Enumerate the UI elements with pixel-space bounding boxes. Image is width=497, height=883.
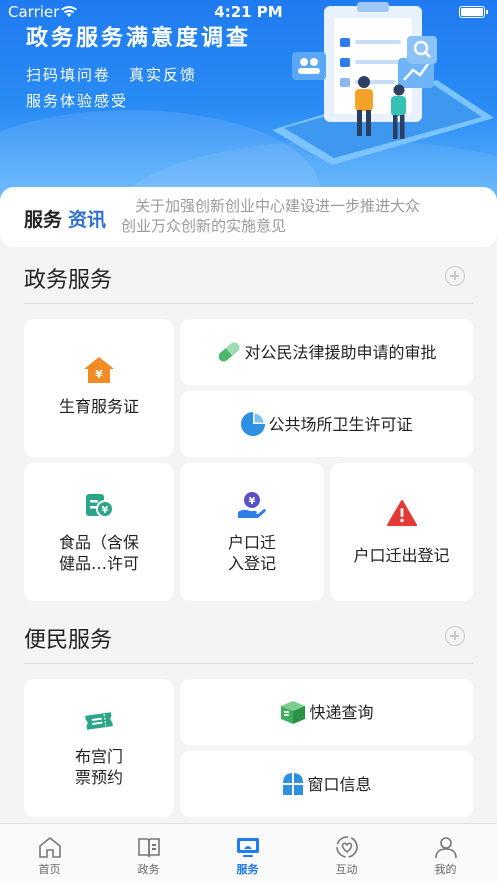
service-label: 快递查询 [309, 702, 374, 722]
news-ticker[interactable]: 服务 资讯 关于加强创新创业中心建设进一步推进大众 创业万众创新的实施意见 [0, 187, 497, 247]
tab-government[interactable]: 政务 [99, 824, 198, 883]
banner-tag: 扫码填问卷 [26, 66, 112, 84]
service-card-household-move-in[interactable]: ¥ 户口迁 入登记 [180, 463, 324, 601]
food-license-icon: ¥ [86, 494, 114, 518]
service-card-express-query[interactable]: 快递查询 [180, 679, 473, 745]
tab-label: 政务 [137, 863, 160, 876]
banner-title: 政务服务满意度调查 [26, 26, 252, 51]
service-label: 户口迁 入登记 [227, 533, 276, 573]
news-brand: 服务 资讯 [24, 209, 107, 231]
gov-services-header: 政务服务 [24, 262, 473, 304]
home-icon [38, 837, 61, 858]
banner-tag: 真实反馈 [129, 66, 198, 84]
warning-icon [386, 499, 417, 526]
section-title: 便民服务 [24, 628, 113, 653]
section-title: 政务服务 [24, 268, 113, 293]
pill-icon [219, 342, 240, 362]
service-card-palace-ticket[interactable]: 布宫门 票预约 [24, 679, 174, 817]
tab-bar: 首页 政务 服务 互动 我的 [0, 823, 497, 883]
civil-services-header: 便民服务 [24, 622, 473, 664]
add-icon[interactable] [445, 626, 465, 646]
service-label: 公共场所卫生许可证 [268, 414, 413, 434]
tab-interaction[interactable]: 互动 [297, 824, 396, 883]
service-card-birth-certificate[interactable]: ¥ 生育服务证 [24, 319, 174, 457]
news-headline[interactable]: 关于加强创新创业中心建设进一步推进大众 创业万众创新的实施意见 [121, 196, 471, 236]
package-icon [281, 701, 306, 724]
service-card-hygiene-permit[interactable]: 公共场所卫生许可证 [180, 391, 473, 457]
banner-tags: 扫码填问卷 真实反馈 [26, 64, 197, 85]
service-label: 布宫门 票预约 [74, 747, 123, 787]
service-card-food-license[interactable]: ¥ 食品（含保 健品…许可 [24, 463, 174, 601]
service-card-legal-aid[interactable]: 对公民法律援助申请的审批 [180, 319, 473, 385]
monitor-icon [236, 838, 259, 857]
tab-label: 互动 [335, 863, 358, 876]
survey-illustration [272, 2, 494, 165]
service-card-household-move-out[interactable]: 户口迁出登记 [330, 463, 473, 601]
user-icon [434, 837, 457, 859]
pie-chart-icon [241, 412, 266, 436]
tab-home[interactable]: 首页 [0, 824, 99, 883]
service-label: 生育服务证 [58, 396, 139, 416]
service-label: 食品（含保 健品…许可 [58, 533, 139, 573]
add-icon[interactable] [445, 266, 465, 286]
tab-label: 我的 [434, 863, 457, 876]
banner-tag: 服务体验感受 [26, 92, 129, 110]
hand-money-icon: ¥ [238, 492, 266, 518]
svg-text:¥: ¥ [102, 505, 109, 516]
window-icon [283, 773, 304, 795]
tab-label: 服务 [236, 863, 259, 876]
service-label: 户口迁出登记 [353, 545, 450, 565]
service-card-window-info[interactable]: 窗口信息 [180, 751, 473, 817]
tab-profile[interactable]: 我的 [396, 824, 495, 883]
book-icon [137, 838, 160, 858]
tab-services[interactable]: 服务 [198, 824, 297, 883]
house-yen-icon: ¥ [84, 356, 114, 383]
svg-text:¥: ¥ [249, 496, 256, 507]
svg-text:¥: ¥ [95, 368, 103, 381]
survey-banner[interactable]: Carrier 4:21 PM 政务服务满意度调查 扫码填问卷 真实反馈 服务体验… [0, 0, 497, 200]
heart-hands-icon [335, 836, 358, 858]
ticket-icon [85, 712, 113, 730]
service-label: 对公民法律援助申请的审批 [244, 342, 437, 362]
tab-label: 首页 [38, 863, 61, 876]
service-label: 窗口信息 [307, 774, 372, 794]
